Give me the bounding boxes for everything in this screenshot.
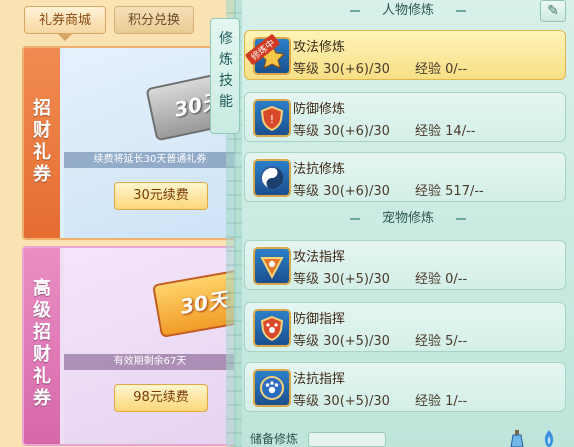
level-value: 30(+6)/30	[323, 62, 390, 77]
skill-exp: 经验 0/--	[415, 268, 467, 287]
skill-exp: 经验 517/--	[415, 180, 484, 199]
skill-name: 法抗修炼	[293, 162, 346, 177]
exp-prefix: 经验	[415, 62, 442, 77]
skill-row-pet-resist[interactable]: 法抗指挥 等级 30(+5)/30 经验 1/--	[244, 362, 566, 412]
skill-level: 等级 30(+6)/30	[293, 120, 390, 139]
exp-value: 14/--	[445, 124, 476, 139]
tab-gift-mall[interactable]: 礼券商城	[24, 6, 106, 34]
skill-row-magic-resist[interactable]: 法抗修炼 等级 30(+6)/30 经验 517/--	[244, 152, 566, 202]
skill-exp: 经验 0/--	[415, 58, 467, 77]
card-note: 有效期剩余67天	[64, 354, 236, 370]
skill-name: 攻法修炼	[293, 40, 346, 55]
skill-row-pet-attack[interactable]: 攻法指挥 等级 30(+5)/30 经验 0/--	[244, 240, 566, 290]
blue-flame-icon[interactable]	[540, 430, 558, 447]
level-prefix: 等级	[293, 394, 320, 409]
level-prefix: 等级	[293, 334, 320, 349]
level-value: 30(+5)/30	[323, 334, 390, 349]
skill-level: 等级 30(+5)/30	[293, 330, 390, 349]
exp-prefix: 经验	[415, 334, 442, 349]
cultivation-footer: 储备修炼	[244, 430, 574, 447]
skill-row-pet-defense[interactable]: 防御指挥 等级 30(+5)/30 经验 5/--	[244, 302, 566, 352]
exp-prefix: 经验	[415, 184, 442, 199]
card-ribbon: 招财礼券	[24, 48, 60, 238]
skill-exp: 经验 5/--	[415, 330, 467, 349]
level-value: 30(+6)/30	[323, 184, 390, 199]
skill-name: 防御指挥	[293, 312, 346, 327]
card-title: 招财礼券	[33, 98, 51, 185]
exp-value: 1/--	[445, 394, 468, 409]
skill-name: 防御修炼	[293, 102, 346, 117]
defense-shield-icon: !	[253, 99, 291, 137]
level-prefix: 等级	[293, 62, 320, 77]
magic-resist-icon	[253, 159, 291, 197]
card-note: 续费将延长30天普通礼券	[64, 152, 236, 168]
level-prefix: 等级	[293, 124, 320, 139]
svg-text:!: !	[270, 113, 274, 126]
gift-card-basic: 招财礼券 30天 续费将延长30天普通礼券 30元续费	[22, 46, 242, 240]
exp-prefix: 经验	[415, 394, 442, 409]
pet-cultivation-header: 宠物修炼	[346, 208, 470, 230]
skill-name: 法抗指挥	[293, 372, 346, 387]
skill-exp: 经验 1/--	[415, 390, 467, 409]
level-value: 30(+5)/30	[323, 272, 390, 287]
level-value: 30(+5)/30	[323, 394, 390, 409]
card-art: 30天	[64, 248, 240, 444]
card-ribbon: 高级招财礼券	[24, 248, 60, 444]
exp-value: 0/--	[445, 62, 468, 77]
active-tab-pointer	[58, 34, 72, 41]
exp-value: 517/--	[445, 184, 484, 199]
skill-exp: 经验 14/--	[415, 120, 475, 139]
pet-resist-icon	[253, 369, 291, 407]
potion-bottle-icon[interactable]	[508, 430, 526, 447]
exp-prefix: 经验	[415, 272, 442, 287]
level-prefix: 等级	[293, 272, 320, 287]
gift-shop-panel: 礼券商城 积分兑换 招财礼券 30天 续费将延长30天普通礼券 30元续费 高级…	[0, 0, 242, 447]
tab-cultivation-skills[interactable]: 修炼技能	[210, 18, 240, 134]
card-title: 高级招财礼券	[33, 278, 51, 409]
level-prefix: 等级	[293, 184, 320, 199]
pet-defense-icon	[253, 309, 291, 347]
human-cultivation-header: 人物修炼	[346, 0, 470, 22]
renew-button-basic[interactable]: 30元续费	[114, 182, 208, 210]
pet-attack-icon	[253, 247, 291, 285]
exp-value: 5/--	[445, 334, 468, 349]
gift-card-premium: 高级招财礼券 30天 有效期剩余67天 98元续费	[22, 246, 242, 446]
level-value: 30(+6)/30	[323, 124, 390, 139]
exp-prefix: 经验	[415, 124, 442, 139]
exp-value: 0/--	[445, 272, 468, 287]
skill-row-defense[interactable]: ! 防御修炼 等级 30(+6)/30 经验 14/--	[244, 92, 566, 142]
tab-points-exchange[interactable]: 积分兑换	[114, 6, 194, 34]
reserve-cultivation-label: 储备修炼	[250, 432, 299, 446]
renew-button-premium[interactable]: 98元续费	[114, 384, 208, 412]
skill-level: 等级 30(+5)/30	[293, 390, 390, 409]
skill-name: 攻法指挥	[293, 250, 346, 265]
skill-row-attack-magic[interactable]: 修炼中 攻法修炼 等级 30(+6)/30 经验 0/--	[244, 30, 566, 80]
reserve-cultivation-field	[308, 432, 386, 447]
edit-icon[interactable]: ✎	[540, 0, 566, 22]
skill-level: 等级 30(+6)/30	[293, 58, 390, 77]
skill-level: 等级 30(+5)/30	[293, 268, 390, 287]
side-tab-label: 修炼技能	[219, 31, 233, 110]
skill-level: 等级 30(+6)/30	[293, 180, 390, 199]
